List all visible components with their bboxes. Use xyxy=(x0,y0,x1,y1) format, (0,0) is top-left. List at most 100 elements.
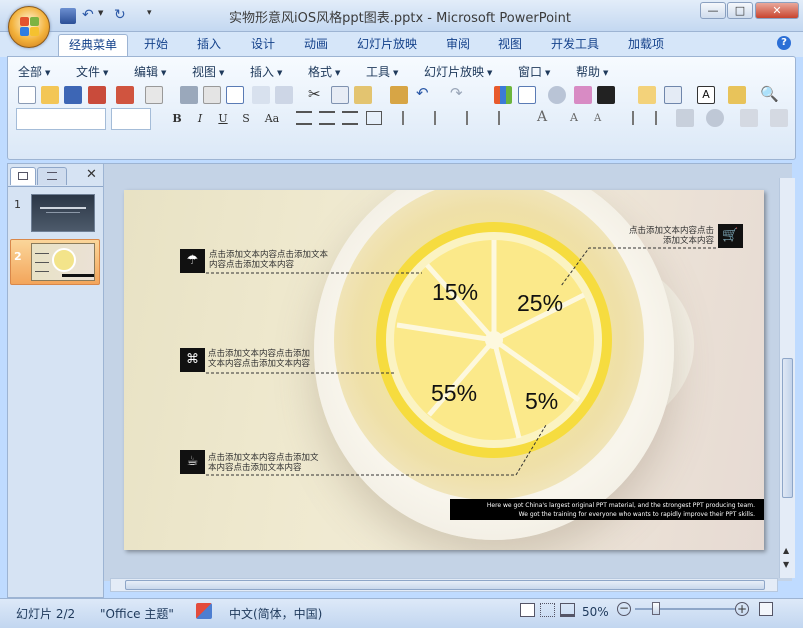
font-name-select[interactable] xyxy=(16,108,106,130)
repeat-icon[interactable]: ↻ xyxy=(114,7,126,23)
change-case-button[interactable]: Aa xyxy=(260,110,284,128)
vertical-scrollbar[interactable]: ▲ ▼ xyxy=(779,178,795,578)
tab-insert[interactable]: 插入 xyxy=(187,34,231,56)
menu-help[interactable]: 帮助 ▼ xyxy=(576,64,608,80)
columns-icon[interactable] xyxy=(402,111,418,125)
insert-table-icon[interactable] xyxy=(518,86,536,104)
menu-all[interactable]: 全部 ▼ xyxy=(18,64,50,80)
close-panel-icon[interactable]: ✕ xyxy=(86,167,97,182)
align-right-icon[interactable] xyxy=(342,111,358,125)
spelling-check-icon[interactable] xyxy=(196,603,212,619)
new-slide-icon[interactable] xyxy=(638,86,656,104)
menu-view[interactable]: 视图 ▼ xyxy=(192,64,224,80)
slideshow-icon[interactable] xyxy=(560,603,575,617)
increase-font-icon[interactable]: A xyxy=(537,109,547,125)
menu-slideshow[interactable]: 幻灯片放映 ▼ xyxy=(424,64,492,80)
menu-insert[interactable]: 插入 ▼ xyxy=(250,64,282,80)
underline-button[interactable]: U xyxy=(214,110,232,128)
theme-name[interactable]: "Office 主题" xyxy=(100,605,174,622)
folder-icon[interactable] xyxy=(728,86,746,104)
zoom-slider-thumb[interactable] xyxy=(652,602,660,615)
tab-addins[interactable]: 加载项 xyxy=(618,34,674,56)
shape-outline-icon[interactable] xyxy=(770,109,788,127)
prev-slide-icon[interactable]: ▲ xyxy=(783,546,789,555)
vertical-scroll-thumb[interactable] xyxy=(782,358,793,498)
bullets-icon[interactable] xyxy=(498,111,514,125)
increase-indent-icon[interactable] xyxy=(641,111,657,125)
menu-edit[interactable]: 编辑 ▼ xyxy=(134,64,166,80)
justify-icon[interactable] xyxy=(366,111,382,125)
open-icon[interactable] xyxy=(41,86,59,104)
insert-picture-icon[interactable] xyxy=(574,86,592,104)
copy-icon[interactable] xyxy=(331,86,349,104)
tab-review[interactable]: 审阅 xyxy=(436,34,480,56)
font-size-select[interactable] xyxy=(111,108,151,130)
menu-window[interactable]: 窗口 ▼ xyxy=(518,64,550,80)
normal-view-icon[interactable] xyxy=(520,603,535,617)
shadow-button[interactable]: S xyxy=(237,110,255,128)
numbering-icon[interactable] xyxy=(466,111,482,125)
email-icon[interactable] xyxy=(116,86,134,104)
clipart-icon[interactable] xyxy=(548,86,566,104)
minimize-button[interactable]: — xyxy=(700,2,726,19)
help-icon[interactable]: ? xyxy=(777,36,791,50)
undo-toolbar-icon[interactable]: ↶ xyxy=(416,84,429,102)
fit-to-window-icon[interactable] xyxy=(759,602,773,616)
research-icon[interactable] xyxy=(275,86,293,104)
slide-icon[interactable] xyxy=(226,86,244,104)
label-bottom-left[interactable]: 点击添加文本内容点击添加文 本内容点击添加文本内容 xyxy=(208,453,319,473)
bold-button[interactable]: B xyxy=(168,110,186,128)
italic-button[interactable]: I xyxy=(191,110,209,128)
tab-view[interactable]: 视图 xyxy=(488,34,532,56)
tab-slides[interactable] xyxy=(10,167,36,185)
slide-sorter-icon[interactable] xyxy=(540,603,555,617)
maximize-button[interactable]: □ xyxy=(727,2,753,19)
menu-tools[interactable]: 工具 ▼ xyxy=(366,64,398,80)
zoom-slider-track[interactable] xyxy=(635,608,735,610)
publish-icon[interactable] xyxy=(145,86,163,104)
zoom-level[interactable]: 50% xyxy=(582,605,609,619)
slide-thumbnail-1[interactable] xyxy=(31,194,95,232)
tab-animation[interactable]: 动画 xyxy=(294,34,338,56)
tab-classic-menu[interactable]: 经典菜单 xyxy=(58,34,129,56)
slide-thumbnail-2[interactable] xyxy=(31,243,95,281)
undo-dropdown-icon[interactable]: ▼ xyxy=(98,9,103,17)
align-center-icon[interactable] xyxy=(319,111,335,125)
tab-design[interactable]: 设计 xyxy=(241,34,285,56)
slide-footer-bar[interactable]: Here we got China's largest original PPT… xyxy=(450,499,764,520)
shape-fill-icon[interactable] xyxy=(740,109,758,127)
print-icon[interactable] xyxy=(180,86,198,104)
customize-qat-icon[interactable]: ▾ xyxy=(147,8,152,18)
office-button[interactable] xyxy=(8,6,50,48)
format-painter-icon[interactable] xyxy=(390,86,408,104)
spelling-icon[interactable] xyxy=(252,86,270,104)
textbox-icon[interactable]: A xyxy=(697,86,715,104)
tab-outline[interactable] xyxy=(37,167,67,185)
tab-home[interactable]: 开始 xyxy=(134,34,178,56)
close-button[interactable]: ✕ xyxy=(755,2,799,19)
align-left-icon[interactable] xyxy=(296,111,312,125)
zoom-out-icon[interactable]: − xyxy=(617,602,631,616)
save-icon[interactable] xyxy=(60,8,76,24)
label-top-left[interactable]: 点击添加文本内容点击添加文本 内容点击添加文本内容 xyxy=(209,250,328,270)
shapes-icon[interactable] xyxy=(706,109,724,127)
undo-icon[interactable]: ↶ xyxy=(82,7,94,23)
print-preview-icon[interactable] xyxy=(203,86,221,104)
label-middle-left[interactable]: 点击添加文本内容点击添加 文本内容点击添加文本内容 xyxy=(208,349,310,369)
layout-icon[interactable] xyxy=(664,86,682,104)
tab-slideshow[interactable]: 幻灯片放映 xyxy=(347,34,427,56)
cut-icon[interactable]: ✂ xyxy=(308,85,321,103)
slide-canvas[interactable]: 15% 25% 55% 5% ☂ 点击添加文本内容点击添加文本 内容点击添加文本… xyxy=(124,190,764,550)
insert-chart-icon[interactable] xyxy=(494,86,512,104)
decrease-indent-icon[interactable] xyxy=(618,111,634,125)
paste-icon[interactable] xyxy=(354,86,372,104)
zoom-in-icon[interactable]: + xyxy=(735,602,749,616)
font-color-icon[interactable]: A xyxy=(594,113,601,124)
color-scheme-icon[interactable] xyxy=(597,86,615,104)
menu-format[interactable]: 格式 ▼ xyxy=(308,64,340,80)
zoom-icon[interactable]: 🔍 xyxy=(760,85,779,103)
redo-toolbar-icon[interactable]: ↷ xyxy=(450,84,463,102)
horizontal-scrollbar[interactable] xyxy=(110,578,778,592)
language[interactable]: 中文(简体，中国) xyxy=(229,605,322,622)
permission-icon[interactable] xyxy=(88,86,106,104)
